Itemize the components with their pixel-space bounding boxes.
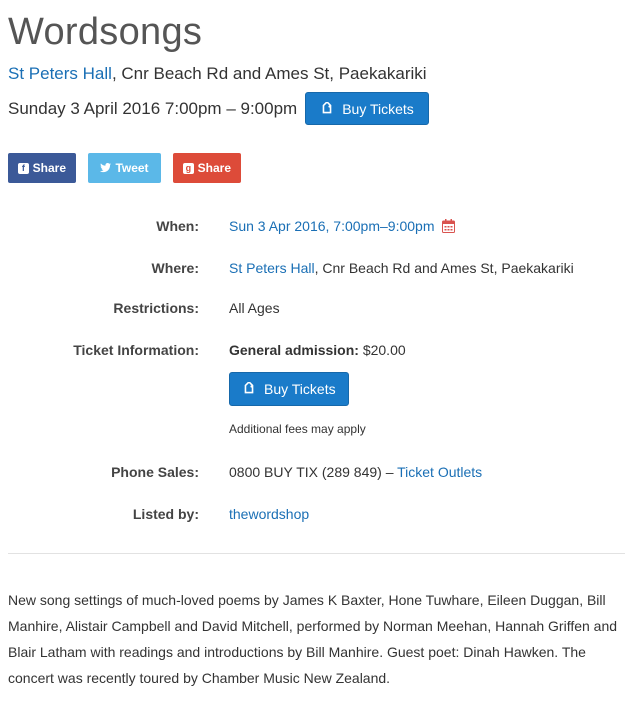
phone-sales-label: Phone Sales: <box>111 464 199 480</box>
buy-tickets-label: Buy Tickets <box>264 381 336 397</box>
phone-number: 0800 BUY TIX (289 849) – <box>229 464 398 480</box>
fees-note: Additional fees may apply <box>229 422 366 436</box>
phone-sales-value: 0800 BUY TIX (289 849) – Ticket Outlets <box>229 462 482 482</box>
event-description: New song settings of much-loved poems by… <box>8 592 618 686</box>
where-value: St Peters Hall, Cnr Beach Rd and Ames St… <box>229 258 574 278</box>
listed-by-label: Listed by: <box>132 506 199 522</box>
google-plus-icon: g <box>183 162 194 174</box>
facebook-share-button[interactable]: f Share <box>8 153 76 183</box>
restrictions-value: All Ages <box>229 300 280 316</box>
facebook-icon: f <box>18 162 29 174</box>
twitter-tweet-button[interactable]: Tweet <box>88 153 161 183</box>
when-value: Sun 3 Apr 2016, 7:00pm–9:00pm <box>229 216 456 236</box>
ticket-info-label: Ticket Information: <box>73 342 199 358</box>
listed-by-value: thewordshop <box>229 504 309 524</box>
where-address: , Cnr Beach Rd and Ames St, Paekakariki <box>314 260 574 276</box>
ticket-icon <box>244 382 254 394</box>
when-label: When: <box>156 218 199 234</box>
where-label: Where: <box>151 260 199 276</box>
facebook-share-label: Share <box>32 161 66 175</box>
google-plus-share-button[interactable]: g Share <box>173 153 241 183</box>
venue-line: St Peters Hall, Cnr Beach Rd and Ames St… <box>8 62 427 86</box>
restrictions-label: Restrictions: <box>113 300 199 316</box>
calendar-icon[interactable] <box>442 219 456 233</box>
ticket-type: General admission: <box>229 342 359 358</box>
ticket-outlets-link[interactable]: Ticket Outlets <box>397 464 482 480</box>
event-datetime: Sunday 3 April 2016 7:00pm – 9:00pm <box>8 98 298 118</box>
share-buttons: f Share Tweet g Share <box>8 153 241 183</box>
section-divider <box>8 553 625 554</box>
buy-tickets-label: Buy Tickets <box>342 100 414 117</box>
event-datetime-line: Sunday 3 April 2016 7:00pm – 9:00pm Buy … <box>8 92 429 125</box>
where-venue-link[interactable]: St Peters Hall <box>229 260 315 276</box>
ticket-icon <box>322 101 332 113</box>
buy-tickets-button-header[interactable]: Buy Tickets <box>305 92 429 125</box>
ticket-price: $20.00 <box>358 342 406 358</box>
venue-address: , Cnr Beach Rd and Ames St, Paekakariki <box>111 64 427 83</box>
listed-by-link[interactable]: thewordshop <box>229 506 309 522</box>
ticket-info-value: General admission: $20.00 <box>229 340 406 360</box>
when-link[interactable]: Sun 3 Apr 2016, 7:00pm–9:00pm <box>229 218 434 234</box>
twitter-icon <box>100 163 112 173</box>
venue-link[interactable]: St Peters Hall <box>8 64 112 83</box>
twitter-tweet-label: Tweet <box>115 161 149 175</box>
event-title: Wordsongs <box>8 11 203 53</box>
google-plus-share-label: Share <box>197 161 231 175</box>
buy-tickets-button[interactable]: Buy Tickets <box>229 372 349 406</box>
